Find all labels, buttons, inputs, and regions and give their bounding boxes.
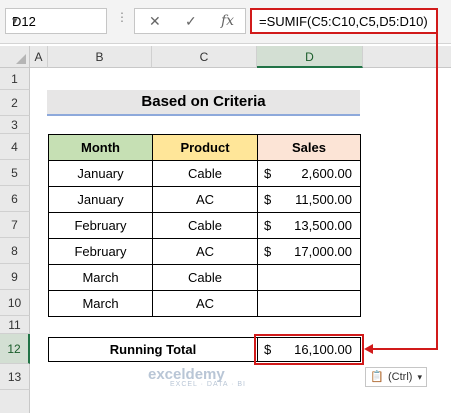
select-all-corner[interactable] xyxy=(0,46,30,68)
arrow-vertical-line xyxy=(436,34,438,350)
row-header-4[interactable]: 4 xyxy=(0,134,30,160)
more-options-icon[interactable]: ⋮ xyxy=(116,10,129,24)
sales-amount: 2,600.00 xyxy=(301,166,352,181)
row-header-5[interactable]: 5 xyxy=(0,160,30,186)
arrow-head-icon xyxy=(364,344,373,354)
product-header[interactable]: Product xyxy=(152,134,258,161)
sales-amount: 17,000.00 xyxy=(294,244,352,259)
fx-icon[interactable]: fx xyxy=(221,13,234,29)
enter-icon[interactable]: ✓ xyxy=(185,13,197,30)
formula-buttons: ✕ ✓ fx xyxy=(134,8,246,34)
running-total-label[interactable]: Running Total xyxy=(48,337,258,362)
month-cell[interactable]: January xyxy=(48,160,153,187)
row-header-14 xyxy=(0,390,30,413)
watermark-tagline: EXCEL · DATA · BI xyxy=(170,381,246,388)
clipboard-icon: 📋 xyxy=(370,371,384,383)
month-header[interactable]: Month xyxy=(48,134,153,161)
sales-header[interactable]: Sales xyxy=(257,134,361,161)
selected-cell-highlight xyxy=(254,334,364,365)
table-title[interactable]: Based on Criteria xyxy=(47,90,360,116)
paste-options-label: (Ctrl) xyxy=(388,371,413,383)
exceldemy-logo: exceldemy EXCEL · DATA · BI xyxy=(148,366,246,388)
col-header-a[interactable]: A xyxy=(30,46,48,68)
month-cell[interactable]: February xyxy=(48,238,153,265)
name-box[interactable]: D12 ▾ xyxy=(5,8,107,34)
arrow-horizontal-line xyxy=(372,348,438,350)
sales-cell[interactable]: $ 17,000.00 xyxy=(257,238,361,265)
sales-cell[interactable]: $ 13,500.00 xyxy=(257,212,361,239)
row-header-11[interactable]: 11 xyxy=(0,316,30,334)
month-cell[interactable]: February xyxy=(48,212,153,239)
product-cell[interactable]: Cable xyxy=(152,264,258,291)
sales-amount: 11,500.00 xyxy=(295,192,352,207)
row-header-12[interactable]: 12 xyxy=(0,334,30,364)
product-cell[interactable]: Cable xyxy=(152,160,258,187)
row-header-10[interactable]: 10 xyxy=(0,290,30,316)
dollar-sign: $ xyxy=(264,244,272,259)
formula-input[interactable]: =SUMIF(C5:C10,C5,D5:D10) xyxy=(250,8,438,34)
chevron-down-icon: ▾ xyxy=(417,372,422,382)
row-header-3[interactable]: 3 xyxy=(0,116,30,134)
sales-cell[interactable] xyxy=(257,264,361,291)
dollar-sign: $ xyxy=(264,166,272,181)
formula-text: =SUMIF(C5:C10,C5,D5:D10) xyxy=(259,14,428,29)
sales-cell[interactable]: $ 2,600.00 xyxy=(257,160,361,187)
product-cell[interactable]: AC xyxy=(152,290,258,317)
row-header-2[interactable]: 2 xyxy=(0,90,30,116)
month-cell[interactable]: March xyxy=(48,290,153,317)
col-header-b[interactable]: B xyxy=(48,46,152,68)
col-header-c[interactable]: C xyxy=(152,46,257,68)
row-header-7[interactable]: 7 xyxy=(0,212,30,238)
dollar-sign: $ xyxy=(264,192,272,207)
row-header-8[interactable]: 8 xyxy=(0,238,30,264)
sales-cell[interactable]: $ 11,500.00 xyxy=(257,186,361,213)
row-header-9[interactable]: 9 xyxy=(0,264,30,290)
product-cell[interactable]: Cable xyxy=(152,212,258,239)
row-header-1[interactable]: 1 xyxy=(0,68,30,90)
product-cell[interactable]: AC xyxy=(152,238,258,265)
chevron-down-icon[interactable]: ▾ xyxy=(12,14,101,27)
sales-amount: 13,500.00 xyxy=(294,218,352,233)
dollar-sign: $ xyxy=(264,218,272,233)
month-cell[interactable]: January xyxy=(48,186,153,213)
formula-bar-area: D12 ▾ ⋮ ✕ ✓ fx =SUMIF(C5:C10,C5,D5:D10) xyxy=(0,0,451,44)
cancel-icon[interactable]: ✕ xyxy=(149,13,161,30)
month-cell[interactable]: March xyxy=(48,264,153,291)
row-header-6[interactable]: 6 xyxy=(0,186,30,212)
product-cell[interactable]: AC xyxy=(152,186,258,213)
col-header-d[interactable]: D xyxy=(257,46,363,68)
row-header-13[interactable]: 13 xyxy=(0,364,30,390)
paste-options-button[interactable]: 📋 (Ctrl) ▾ xyxy=(365,367,427,387)
sales-cell[interactable] xyxy=(257,290,361,317)
